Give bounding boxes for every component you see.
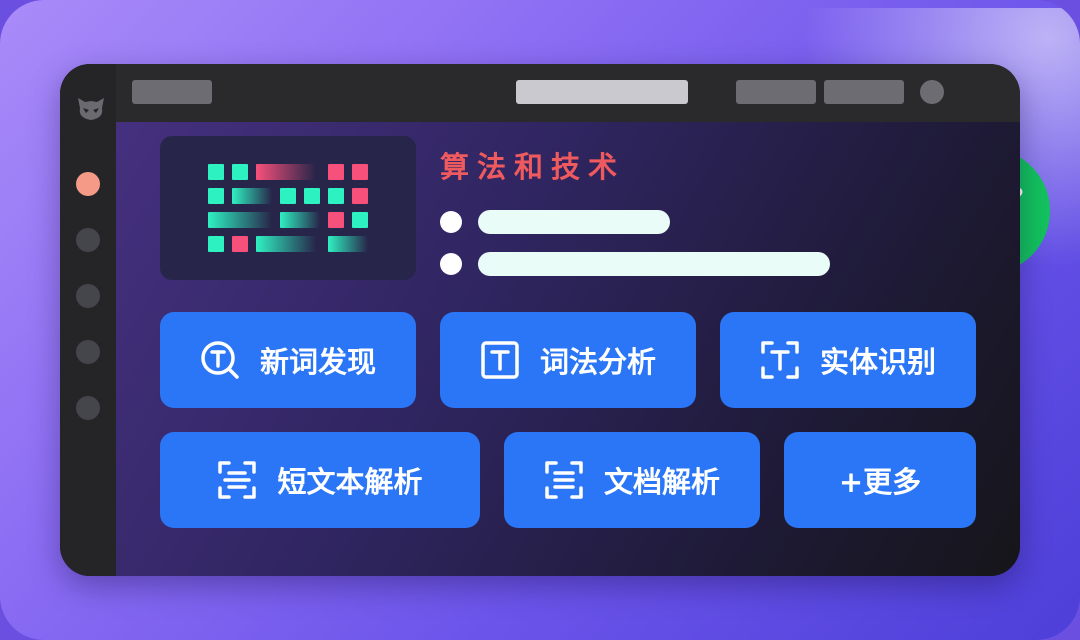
sidebar-item-2[interactable] [76,228,100,252]
search-bar-placeholder[interactable] [516,80,688,104]
lexical-analysis-label: 词法分析 [539,345,656,379]
app-window: 算法和技术 新词发现 词法分析 实体识别 短文本解析 文档解析 +更多 [60,64,1020,576]
sidebar-item-3[interactable] [76,284,100,308]
sidebar-item-4[interactable] [76,340,100,364]
document-parsing-button[interactable]: 文档解析 [504,432,760,528]
document-parsing-label: 文档解析 [603,465,720,499]
bullet-1 [440,211,462,233]
entity-recognition-button[interactable]: 实体识别 [720,312,976,408]
more-button[interactable]: +更多 [784,432,976,528]
avatar[interactable] [920,80,944,104]
short-text-scan-icon [218,461,257,499]
sidebar-item-5[interactable] [76,396,100,420]
app-title-placeholder [132,80,212,104]
top-bar [116,64,1020,122]
text-line-placeholder-1 [478,210,670,234]
section-title: 算法和技术 [440,150,626,184]
sidebar [60,64,116,576]
text-box-icon [481,341,519,379]
pixel-grid-icon [160,136,416,280]
owl-logo-icon [78,98,104,120]
text-scan-icon [761,341,799,379]
entity-recognition-label: 实体识别 [819,345,936,379]
short-text-parsing-button[interactable]: 短文本解析 [160,432,480,528]
menu-item-placeholder-2[interactable] [824,80,904,104]
short-text-parsing-label: 短文本解析 [277,465,423,499]
more-label: +更多 [838,465,922,499]
search-t-icon [201,341,239,379]
bullet-2 [440,253,462,275]
sidebar-item-1[interactable] [76,172,100,196]
text-line-placeholder-2 [478,252,830,276]
new-word-discovery-button[interactable]: 新词发现 [160,312,416,408]
document-scan-icon [545,461,583,499]
menu-item-placeholder-1[interactable] [736,80,816,104]
lexical-analysis-button[interactable]: 词法分析 [440,312,696,408]
new-word-discovery-label: 新词发现 [259,345,376,379]
main-content: 算法和技术 新词发现 词法分析 实体识别 短文本解析 文档解析 +更多 [116,122,1020,576]
background-frame: 算法和技术 新词发现 词法分析 实体识别 短文本解析 文档解析 +更多 [0,0,1080,640]
